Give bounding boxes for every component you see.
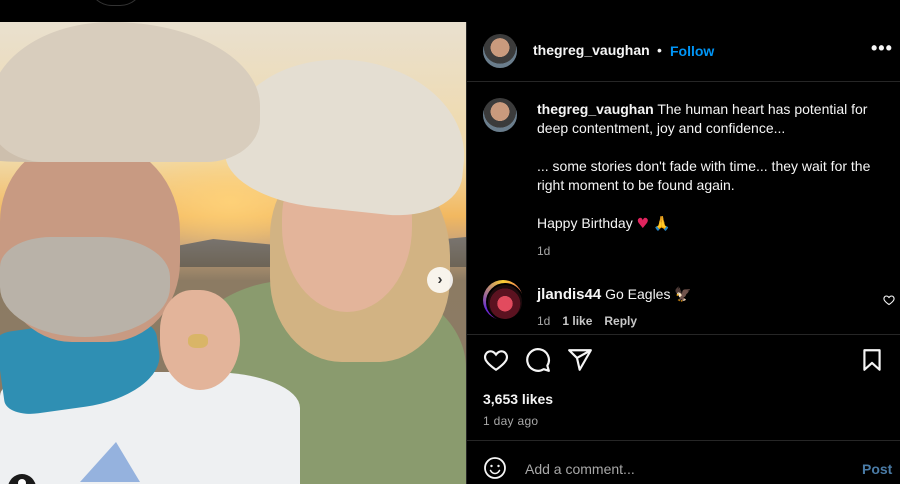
post-comment-button[interactable]: Post [862,461,892,477]
save-bookmark-icon[interactable] [859,347,885,373]
author-avatar[interactable] [483,34,517,68]
comment-input[interactable]: Add a comment... [525,461,635,477]
comment-bubble-icon[interactable] [525,347,551,373]
top-strip [0,0,900,22]
caption-avatar[interactable] [483,98,517,132]
comment-reply-button[interactable]: Reply [604,314,637,328]
author-username[interactable]: thegreg_vaughan [533,42,650,58]
post-panel: thegreg_vaughan • Follow ••• thegreg_vau… [466,22,900,484]
header-separator: • [657,42,662,58]
share-paper-plane-icon[interactable] [567,347,593,373]
like-heart-icon[interactable] [483,347,509,373]
comment-meta: 1d 1 like Reply [537,314,637,328]
caption-text: thegreg_vaughan The human heart has pote… [537,100,887,253]
caption-line3: Happy Birthday [537,215,633,231]
carousel-next-button[interactable]: › [427,267,453,293]
comment-likes[interactable]: 1 like [562,314,592,328]
post-timestamp[interactable]: 1 day ago [483,414,538,428]
heart-emoji-icon: ♥ [636,216,650,232]
add-comment-bar: Add a comment... Post [467,440,900,484]
comment-text: jlandis44 Go Eagles 🦅 [537,286,692,303]
comment-item: jlandis44 Go Eagles 🦅 1d 1 like Reply [483,280,895,332]
post-header: thegreg_vaughan • Follow ••• [467,22,900,82]
comment-like-heart-icon[interactable] [883,294,895,306]
comment-timestamp[interactable]: 1d [537,314,550,328]
caption-timestamp[interactable]: 1d [537,244,550,258]
follow-button[interactable]: Follow [670,43,714,59]
likes-count[interactable]: 3,653 likes [483,391,553,407]
pray-emoji-icon: 🙏 [653,216,671,232]
top-avatar-arc [88,0,144,6]
comment-body: Go Eagles [605,286,671,302]
commenter-avatar[interactable] [483,280,524,321]
more-horizontal-icon[interactable]: ••• [871,38,893,59]
caption-line2: ... some stories don't fade with time...… [537,158,871,193]
caption-username[interactable]: thegreg_vaughan [537,101,654,117]
commenter-username[interactable]: jlandis44 [537,286,601,303]
post-photo[interactable]: › [0,22,466,484]
emoji-smile-icon[interactable] [483,456,507,480]
eagle-emoji-icon: 🦅 [674,286,692,302]
